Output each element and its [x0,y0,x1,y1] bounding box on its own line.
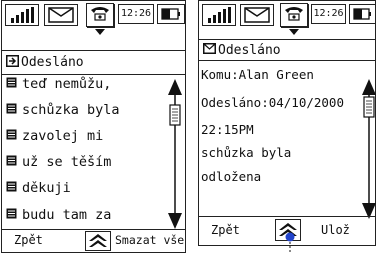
list-item[interactable]: zavolej mi [6,128,103,144]
message-preview: děkuji [22,180,71,196]
clock: 12:26 [311,4,346,24]
message-detail-screen: 12:26 Odesláno Komu:Alan Green Odesláno:… [198,0,376,246]
back-softkey[interactable]: Zpět [14,233,43,247]
envelope-icon [203,42,216,58]
message-preview: budu tam za [22,207,112,223]
sent-date-line: Odesláno:04/10/2000 [201,95,344,110]
message-icon [6,102,17,118]
screen-title-bar: Odesláno [199,39,375,61]
envelope-icon [44,4,78,26]
sent-time-line: 22:15PM [201,122,254,137]
phone-icon [86,3,114,27]
message-icon [6,128,17,144]
list-item[interactable]: už se těším [6,154,111,170]
message-body-line: odložena [201,169,262,184]
message-preview: schůzka byla [22,102,120,118]
message-icon [6,180,17,196]
screen-title: Odesláno [21,55,84,70]
envelope-icon [240,4,274,26]
signal-strength-icon [5,4,39,26]
screen-title-bar: Odesláno [2,50,185,75]
phone-icon [280,3,308,27]
screen-title: Odesláno [218,42,281,58]
nav-up-button[interactable] [85,231,111,251]
list-item[interactable]: teď nemůžu, [6,76,111,92]
scrollbar[interactable] [167,79,183,229]
scrollbar[interactable] [361,79,377,219]
list-item[interactable]: děkuji [6,180,71,196]
message-body-line: schůzka byla [201,145,292,160]
message-icon [6,76,17,92]
pointer-cursor-icon [285,232,295,253]
message-preview: teď nemůžu, [22,76,112,92]
status-bar: 12:26 [199,1,376,35]
message-preview: už se těším [22,154,112,170]
list-item[interactable]: schůzka byla [6,102,120,118]
message-icon [6,207,17,223]
save-softkey[interactable]: Ulož [321,223,350,237]
dropdown-arrow-icon [289,29,299,35]
recipient-line: Komu:Alan Green [201,67,314,82]
clock: 12:26 [118,4,154,24]
message-icon [6,154,17,170]
chevron-up-icon [89,234,107,247]
delete-all-softkey[interactable]: Smazat vše [115,233,184,247]
message-preview: zavolej mi [22,128,104,144]
list-item[interactable]: budu tam za [6,207,111,223]
battery-icon [157,4,185,24]
message-list-screen: 12:26 Odesláno teď nemůžu, schůzka byla [1,0,186,253]
dropdown-arrow-icon [95,29,105,35]
battery-icon [349,4,376,24]
back-softkey[interactable]: Zpět [211,223,240,237]
outbox-icon [6,54,19,71]
sent-messages-list[interactable]: teď nemůžu, schůzka byla zavolej mi už s… [2,74,185,232]
signal-strength-icon [202,4,236,26]
softkey-bar: Zpět Smazat vše [2,229,185,252]
status-bar: 12:26 [2,1,185,35]
